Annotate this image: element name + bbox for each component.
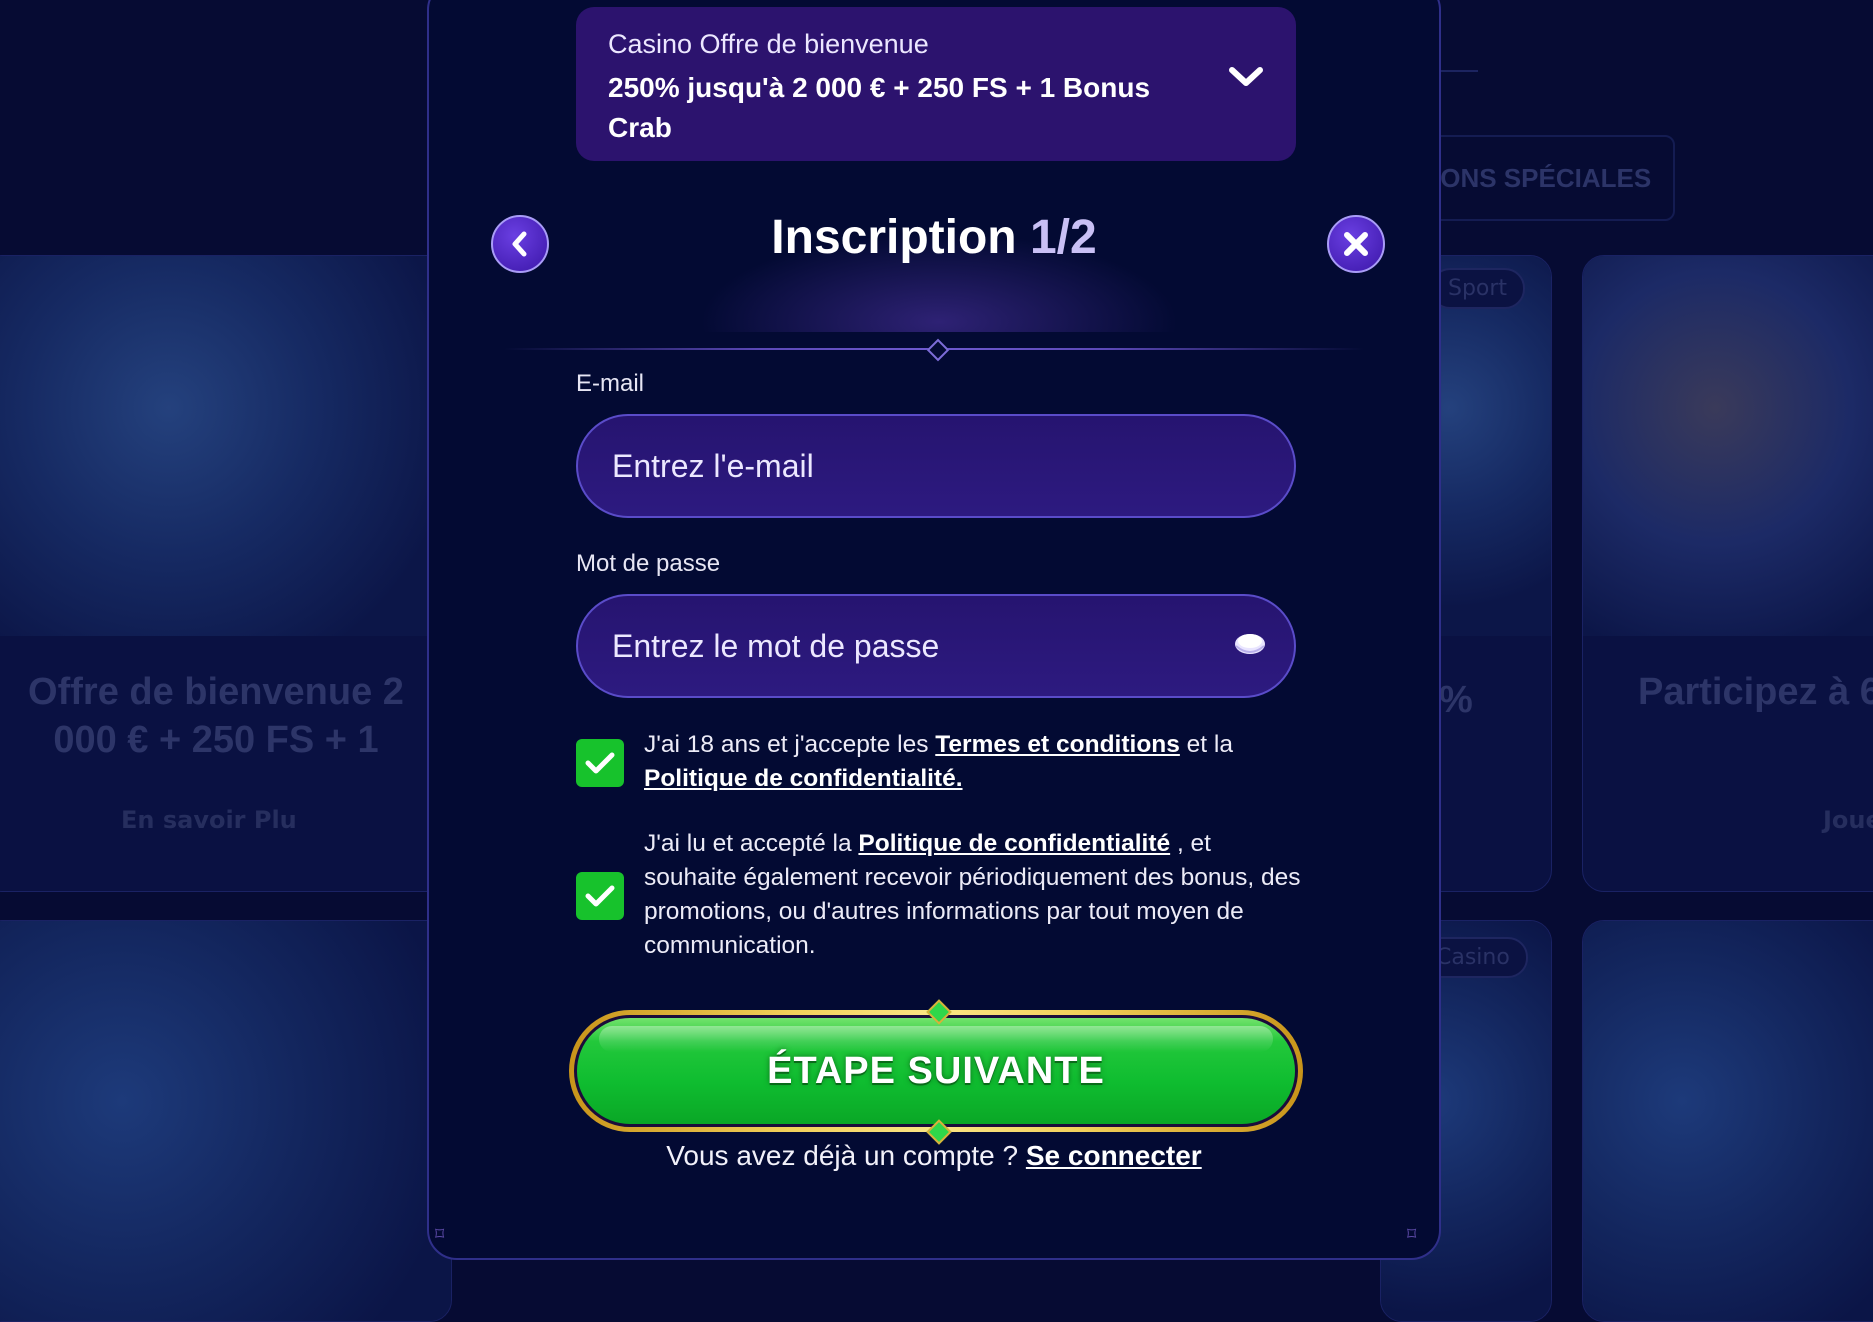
privacy-policy-link[interactable]: Politique de confidentialité. <box>644 765 963 792</box>
promo-card-link: Joue <box>1823 806 1873 834</box>
login-link[interactable]: Se connecter <box>1026 1140 1202 1171</box>
background-promo-card: Offre de bienvenue 2 000 € + 250 FS + 1 … <box>0 255 452 892</box>
consent-text: J'ai lu et accepté la <box>644 830 859 857</box>
divider-ornament-icon <box>926 338 950 362</box>
terms-consent-text: J'ai 18 ans et j'accepte les Termes et c… <box>644 728 1304 796</box>
promo-card-title: % <box>1439 679 1473 721</box>
promo-card-artwork <box>0 256 451 636</box>
promo-card-title: Offre de bienvenue 2 000 € + 250 FS + 1 <box>28 671 404 761</box>
offer-label: Casino Offre de bienvenue <box>608 29 929 59</box>
background-game-card <box>1582 920 1873 1322</box>
checkmark-icon <box>585 752 615 774</box>
login-prompt-text: Vous avez déjà un compte ? <box>666 1140 1026 1171</box>
chevron-down-icon <box>1229 67 1263 86</box>
background-tab: IONS SPÉCIALES <box>1415 135 1675 221</box>
consent-text: et la <box>1179 731 1233 758</box>
terms-link[interactable]: Termes et conditions <box>935 731 1180 758</box>
step-indicator: 1/2 <box>1029 211 1097 264</box>
next-step-button[interactable]: ÉTAPE SUIVANTE <box>569 1010 1303 1132</box>
email-label: E-mail <box>576 370 645 397</box>
eye-icon[interactable] <box>1233 630 1267 656</box>
next-step-label: ÉTAPE SUIVANTE <box>767 1050 1105 1092</box>
close-icon <box>1344 232 1368 256</box>
email-input[interactable] <box>576 414 1296 518</box>
close-button[interactable] <box>1327 215 1385 273</box>
button-shine <box>599 1026 1273 1052</box>
next-step-button-face: ÉTAPE SUIVANTE <box>574 1015 1298 1127</box>
corner-ornament-icon: ⌑ <box>1407 1224 1417 1245</box>
promo-card-link: En savoir Plu <box>121 806 297 834</box>
game-card-artwork <box>1583 921 1873 1321</box>
title-text: Inscription <box>771 211 1017 264</box>
login-prompt: Vous avez déjà un compte ? Se connecter <box>429 1140 1439 1172</box>
background-divider <box>1438 70 1478 72</box>
privacy-policy-link[interactable]: Politique de confidentialité <box>858 830 1170 857</box>
password-label: Mot de passe <box>576 550 721 577</box>
promo-card-title: Participez à 6 <box>1638 671 1873 713</box>
game-card-artwork <box>0 921 451 1321</box>
terms-checkbox[interactable] <box>576 739 624 787</box>
offer-value: 250% jusqu'à 2 000 € + 250 FS + 1 Bonus … <box>608 72 1151 143</box>
promo-card-artwork <box>1583 256 1873 636</box>
registration-modal: ⌑ ⌑ Casino Offre de bienvenue 250% jusqu… <box>427 0 1441 1260</box>
marketing-consent-text: J'ai lu et accepté la Politique de confi… <box>644 827 1304 963</box>
background-game-card <box>0 920 452 1322</box>
background-tag-sport: Sport <box>1430 268 1526 309</box>
modal-title: Inscription 1/2 <box>429 210 1439 265</box>
background-promo-card: Participez à 6 Joue <box>1582 255 1873 892</box>
password-input[interactable] <box>576 594 1296 698</box>
checkmark-icon <box>585 885 615 907</box>
welcome-offer-dropdown[interactable]: Casino Offre de bienvenue 250% jusqu'à 2… <box>576 7 1296 161</box>
consent-text: J'ai 18 ans et j'accepte les <box>644 731 936 758</box>
corner-ornament-icon: ⌑ <box>435 1224 445 1245</box>
marketing-checkbox[interactable] <box>576 872 624 920</box>
